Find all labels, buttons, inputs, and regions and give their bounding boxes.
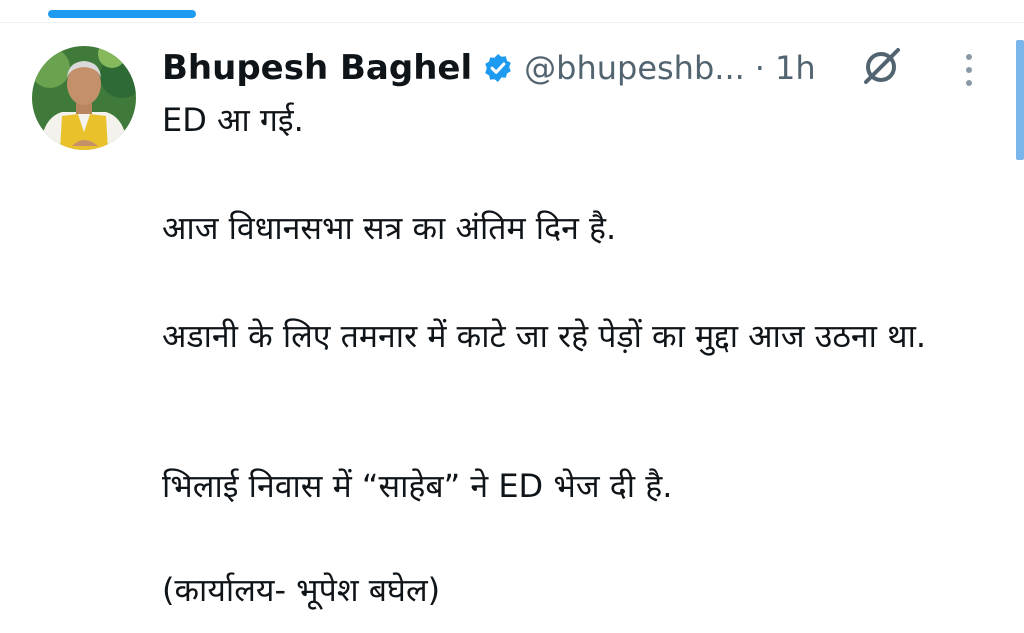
- author-name[interactable]: Bhupesh Baghel: [162, 48, 472, 88]
- verified-badge-icon: [482, 52, 514, 84]
- separator-dot: ·: [754, 49, 765, 87]
- author-handle[interactable]: @bhupeshb...: [524, 49, 745, 87]
- tweet-header: Bhupesh Baghel @bhupeshb... · 1h: [162, 40, 816, 96]
- top-divider: [0, 22, 1024, 23]
- tweet-paragraph: ED आ गई.: [162, 101, 304, 139]
- tweet-paragraph: आज विधानसभा सत्र का अंतिम दिन है.: [162, 209, 617, 247]
- active-tab-indicator: [48, 10, 196, 18]
- tweet-paragraph: भिलाई निवास में “साहेब” ने ED भेज दी है.: [162, 467, 673, 505]
- tweet-paragraph: (कार्यालय- भूपेश बघेल): [162, 571, 441, 609]
- avatar-image: [32, 46, 136, 150]
- scrollbar[interactable]: [1016, 40, 1024, 160]
- avatar[interactable]: [32, 46, 136, 150]
- tweet-paragraph: अडानी के लिए तमनार में काटे जा रहे पेड़ो…: [162, 317, 927, 355]
- more-options-icon[interactable]: [958, 50, 980, 90]
- grok-icon[interactable]: [858, 44, 904, 90]
- timestamp[interactable]: 1h: [775, 49, 816, 87]
